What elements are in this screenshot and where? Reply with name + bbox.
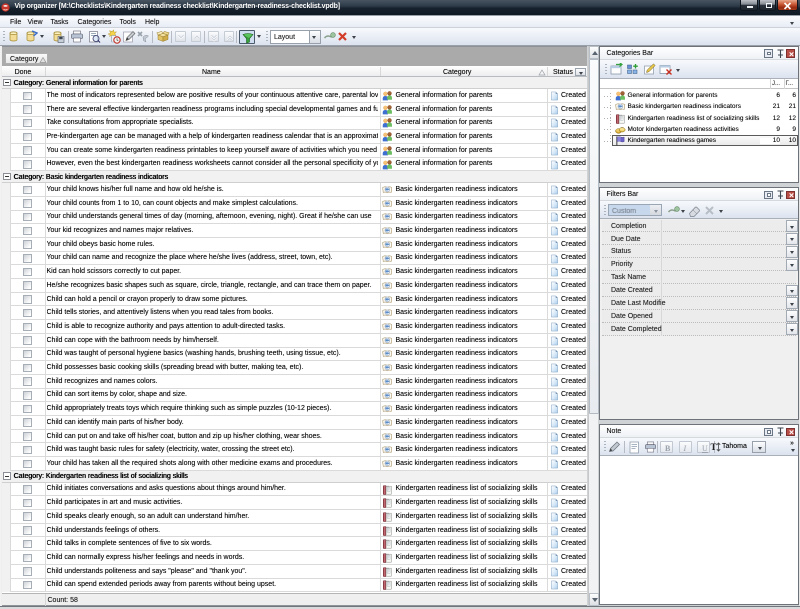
svg-text:T: T xyxy=(711,442,717,452)
